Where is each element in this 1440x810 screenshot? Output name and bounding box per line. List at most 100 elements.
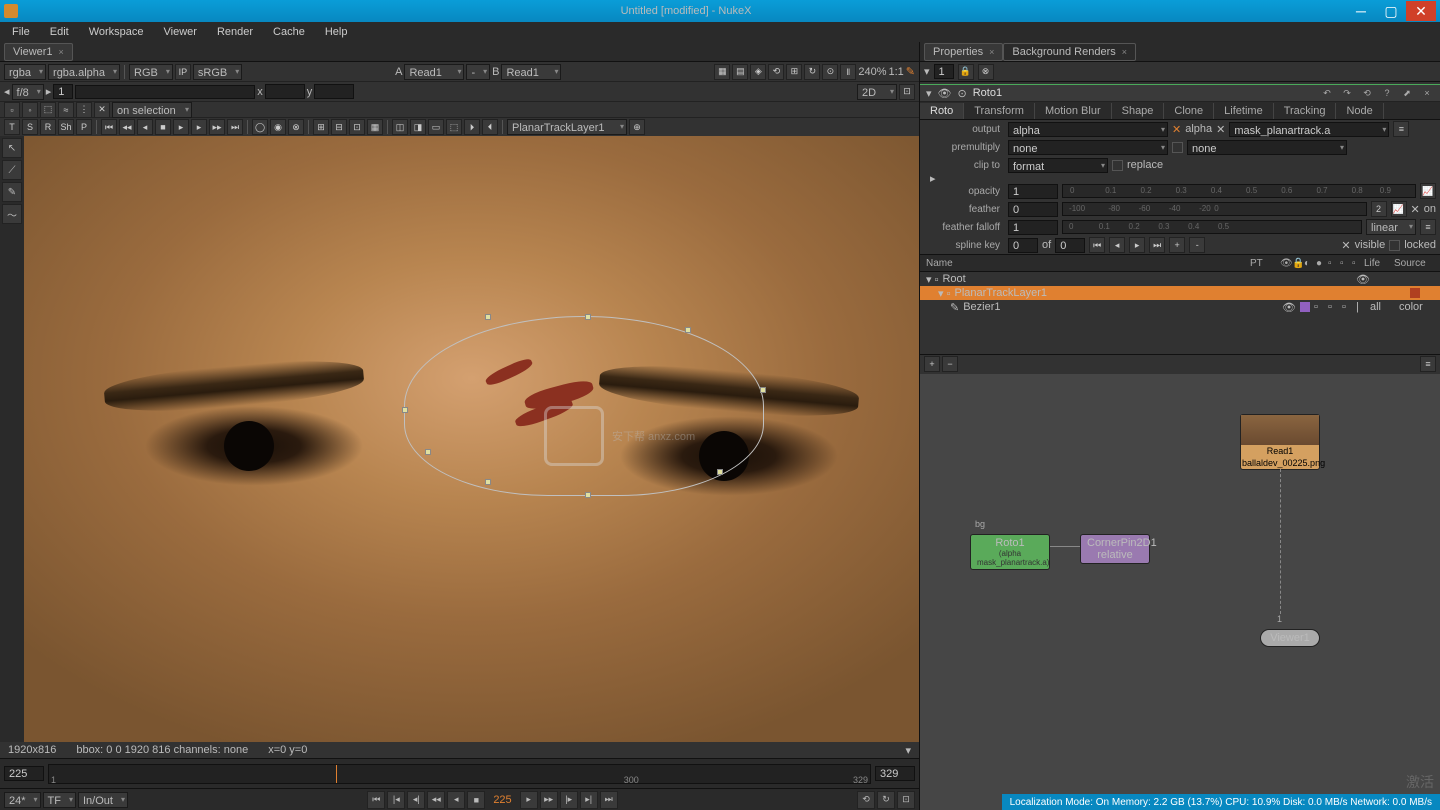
channel-dd-1[interactable]: rgba xyxy=(4,64,46,80)
mode-dd[interactable]: 2D xyxy=(857,84,897,100)
menu-help[interactable]: Help xyxy=(317,24,356,40)
prev-key-icon[interactable]: ⏮ xyxy=(1089,237,1105,253)
premult2-dd[interactable]: none xyxy=(1187,140,1347,155)
node-roto[interactable]: Roto1 (alpha mask_planartrack.a) xyxy=(970,534,1050,570)
tool-icon[interactable]: ≈ xyxy=(58,102,74,118)
node-cornerpin[interactable]: CornerPin2D1 relative xyxy=(1080,534,1150,564)
t-button[interactable]: T xyxy=(4,119,20,135)
close-icon[interactable]: × xyxy=(1122,47,1127,57)
tree-row-planartrack[interactable]: ▾ ▫PlanarTrackLayer1 xyxy=(920,286,1440,300)
chevron-right-icon[interactable]: ▸ xyxy=(46,85,52,98)
premult-dd[interactable]: none xyxy=(1008,140,1168,155)
tool-icon[interactable]: ◨ xyxy=(410,119,426,135)
menu-file[interactable]: File xyxy=(4,24,38,40)
add-key-icon[interactable]: + xyxy=(1169,237,1185,253)
node-viewer[interactable]: Viewer1 xyxy=(1260,629,1320,647)
opacity-input[interactable]: 1 xyxy=(1008,184,1058,199)
checkbox[interactable] xyxy=(1172,142,1183,153)
step-fwd-icon[interactable]: ▸ xyxy=(520,791,538,809)
channel-dd-2[interactable]: rgba.alpha xyxy=(48,64,120,80)
tab-properties[interactable]: Properties× xyxy=(924,43,1003,61)
node-graph[interactable]: bg Roto1 (alpha mask_planartrack.a) Corn… xyxy=(920,374,1440,810)
gain-slider[interactable] xyxy=(75,85,255,99)
tool-icon[interactable]: ⏴ xyxy=(482,119,498,135)
subtab-roto[interactable]: Roto xyxy=(920,103,964,119)
add-icon[interactable]: + xyxy=(924,356,940,372)
tool-icon[interactable]: ⊞ xyxy=(313,119,329,135)
chevron-down-icon[interactable]: ▾ xyxy=(905,744,911,757)
tool-icon[interactable]: ▤ xyxy=(732,64,748,80)
menu-viewer[interactable]: Viewer xyxy=(156,24,205,40)
play-back-icon[interactable]: ◂◂ xyxy=(427,791,445,809)
tool-icon[interactable]: ▦ xyxy=(714,64,730,80)
tool-icon[interactable]: ⟲ xyxy=(768,64,784,80)
tool-icon[interactable]: ⊟ xyxy=(331,119,347,135)
prev-range-icon[interactable]: |◂ xyxy=(387,791,405,809)
timeline-start[interactable]: 225 xyxy=(4,766,44,781)
menu-edit[interactable]: Edit xyxy=(42,24,77,40)
tool-icon[interactable]: ✕ xyxy=(94,102,110,118)
fps-dd[interactable]: 24* xyxy=(4,792,41,808)
locked-check[interactable] xyxy=(1389,240,1400,251)
inout-dd[interactable]: In/Out xyxy=(78,792,128,808)
prev-frame-icon[interactable]: ◂ xyxy=(137,119,153,135)
x-input[interactable] xyxy=(265,84,305,99)
step-back-icon[interactable]: ◂ xyxy=(447,791,465,809)
a-dash-dd[interactable]: - xyxy=(466,64,490,80)
tool-icon[interactable]: ⊡ xyxy=(897,791,915,809)
viewport[interactable]: ↖ ⟋ ✎ ～ xyxy=(0,136,919,742)
falloff-slider[interactable]: 00.10.20.30.40.5 xyxy=(1062,220,1362,234)
redo-icon[interactable]: ↷ xyxy=(1340,86,1354,100)
panel-count[interactable]: 1 xyxy=(934,64,954,79)
next-range-icon[interactable]: ▸| xyxy=(580,791,598,809)
mask-dd[interactable]: mask_planartrack.a xyxy=(1229,122,1389,137)
menu-icon[interactable]: ≡ xyxy=(1420,219,1436,235)
s-button[interactable]: S xyxy=(22,119,38,135)
replace-check[interactable] xyxy=(1112,160,1123,171)
menu-icon[interactable]: ≡ xyxy=(1420,356,1436,372)
help-icon[interactable]: ? xyxy=(1380,86,1394,100)
node-header[interactable]: ▾ 👁 ⊙ Roto1 ↶ ↷ ⟲ ? ⬈ × xyxy=(920,84,1440,102)
tab-viewer1[interactable]: Viewer1× xyxy=(4,43,73,61)
close-icon[interactable]: × xyxy=(1420,86,1434,100)
last-frame-icon[interactable]: ⏭ xyxy=(600,791,618,809)
center-icon[interactable]: ⊙ xyxy=(958,87,967,100)
prev-key-icon[interactable]: ◂◂ xyxy=(119,119,135,135)
node-read[interactable]: Read1 ballaldev_00225.png xyxy=(1240,414,1320,470)
prev-icon[interactable]: ◂ xyxy=(1109,237,1125,253)
tool-icon[interactable]: ◈ xyxy=(750,64,766,80)
next-frame-icon[interactable]: ▸ xyxy=(191,119,207,135)
channel-dd-3[interactable]: RGB xyxy=(129,64,173,80)
subtab-node[interactable]: Node xyxy=(1336,103,1383,119)
stop-icon[interactable]: ■ xyxy=(467,791,485,809)
p-button[interactable]: P xyxy=(76,119,92,135)
next-key-icon[interactable]: |▸ xyxy=(560,791,578,809)
timeline-end[interactable]: 329 xyxy=(875,766,915,781)
feather-input[interactable]: 0 xyxy=(1008,202,1058,217)
eye-icon[interactable]: 👁 xyxy=(938,87,952,100)
tree-row-root[interactable]: ▾ ▫Root 👁 xyxy=(920,272,1440,286)
tab-bgrenders[interactable]: Background Renders× xyxy=(1003,43,1136,61)
tool-icon[interactable]: ⬚ xyxy=(40,102,56,118)
output-dd[interactable]: alpha xyxy=(1008,122,1168,137)
stop-icon[interactable]: ■ xyxy=(155,119,171,135)
undo-icon[interactable]: ↶ xyxy=(1320,86,1334,100)
tool-icon[interactable]: ⊡ xyxy=(349,119,365,135)
close-icon[interactable]: × xyxy=(59,47,64,57)
colorspace-dd[interactable]: sRGB xyxy=(193,64,242,80)
tool-icon[interactable]: ⟲ xyxy=(857,791,875,809)
subtab-transform[interactable]: Transform xyxy=(964,103,1035,119)
prev-key-icon[interactable]: ◂| xyxy=(407,791,425,809)
tool-icon[interactable]: ⏵ xyxy=(464,119,480,135)
next-key-icon[interactable]: ▸▸ xyxy=(209,119,225,135)
layer-dd[interactable]: PlanarTrackLayer1 xyxy=(507,119,627,135)
tool-icon[interactable]: ↻ xyxy=(877,791,895,809)
maximize-button[interactable]: ▢ xyxy=(1376,1,1406,21)
del-key-icon[interactable]: - xyxy=(1189,237,1205,253)
tool-icon[interactable]: ⊕ xyxy=(629,119,645,135)
tool-icon[interactable]: ⊙ xyxy=(822,64,838,80)
menu-cache[interactable]: Cache xyxy=(265,24,313,40)
last-frame-icon[interactable]: ⏭ xyxy=(227,119,243,135)
chevron-down-icon[interactable]: ▾ xyxy=(924,65,930,78)
tool-icon[interactable]: ⋮ xyxy=(76,102,92,118)
